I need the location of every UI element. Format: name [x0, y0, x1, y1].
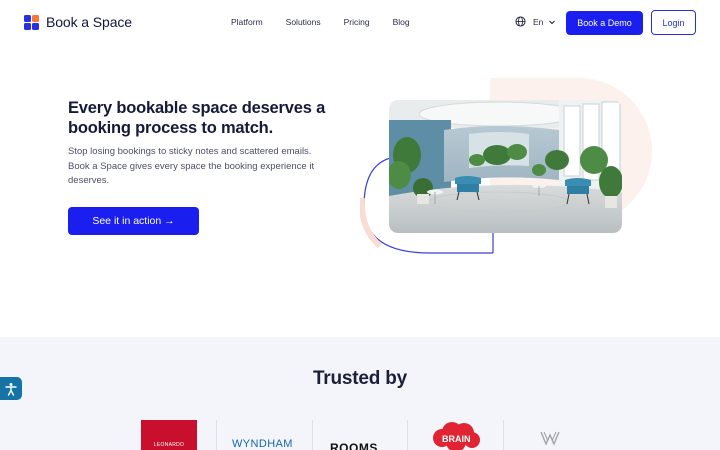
logo-divider	[407, 420, 408, 450]
w-monogram-icon	[540, 431, 560, 446]
see-it-in-action-button[interactable]: See it in action →	[68, 207, 199, 235]
brand-logo[interactable]: Book a Space	[24, 14, 132, 30]
rooms-logo-text: ROOMS	[330, 441, 378, 450]
wyndham-logo: WYNDHAM	[230, 420, 310, 450]
chevron-down-icon	[549, 20, 556, 24]
logo-divider	[216, 420, 217, 450]
leonardo-logo-text: LEONARDO	[153, 442, 185, 448]
nav-item-solutions[interactable]: Solutions	[286, 17, 321, 27]
hero-subtitle: Stop losing bookings to sticky notes and…	[68, 146, 315, 186]
leonardo-logo: LEONARDO	[141, 420, 197, 450]
language-label: En	[533, 16, 544, 27]
login-button[interactable]: Login	[651, 10, 696, 35]
brand-name: Book a Space	[46, 14, 132, 30]
nav-item-blog[interactable]: Blog	[393, 17, 410, 27]
accessibility-button[interactable]	[0, 377, 22, 400]
office-space-image	[389, 100, 622, 233]
the-brain-logo-text: BRAIN	[442, 434, 471, 444]
trusted-by-title: Trusted by	[312, 368, 408, 389]
site-header: Book a Space Platform Solutions Pricing …	[0, 0, 720, 44]
rooms-logo: ROOMS	[328, 420, 398, 450]
w-monogram-logo	[538, 420, 562, 450]
globe-icon	[515, 16, 526, 27]
wyndham-logo-text: WYNDHAM	[232, 438, 293, 450]
client-logos-row: LEONARDO WYNDHAM ROOMS BRAIN	[120, 420, 600, 450]
hero-title: Every bookable space deserves a booking …	[68, 99, 326, 137]
the-brain-logo: BRAIN	[428, 420, 484, 450]
nav-item-platform[interactable]: Platform	[231, 17, 263, 27]
brand-mark-icon	[24, 14, 39, 30]
logo-divider	[312, 420, 313, 450]
accessibility-icon	[5, 382, 17, 396]
nav-item-pricing[interactable]: Pricing	[344, 17, 370, 27]
main-nav: Platform Solutions Pricing Blog	[231, 17, 410, 27]
logo-divider	[503, 420, 504, 450]
book-demo-button[interactable]: Book a Demo	[566, 11, 643, 35]
language-selector[interactable]: En	[515, 16, 556, 27]
